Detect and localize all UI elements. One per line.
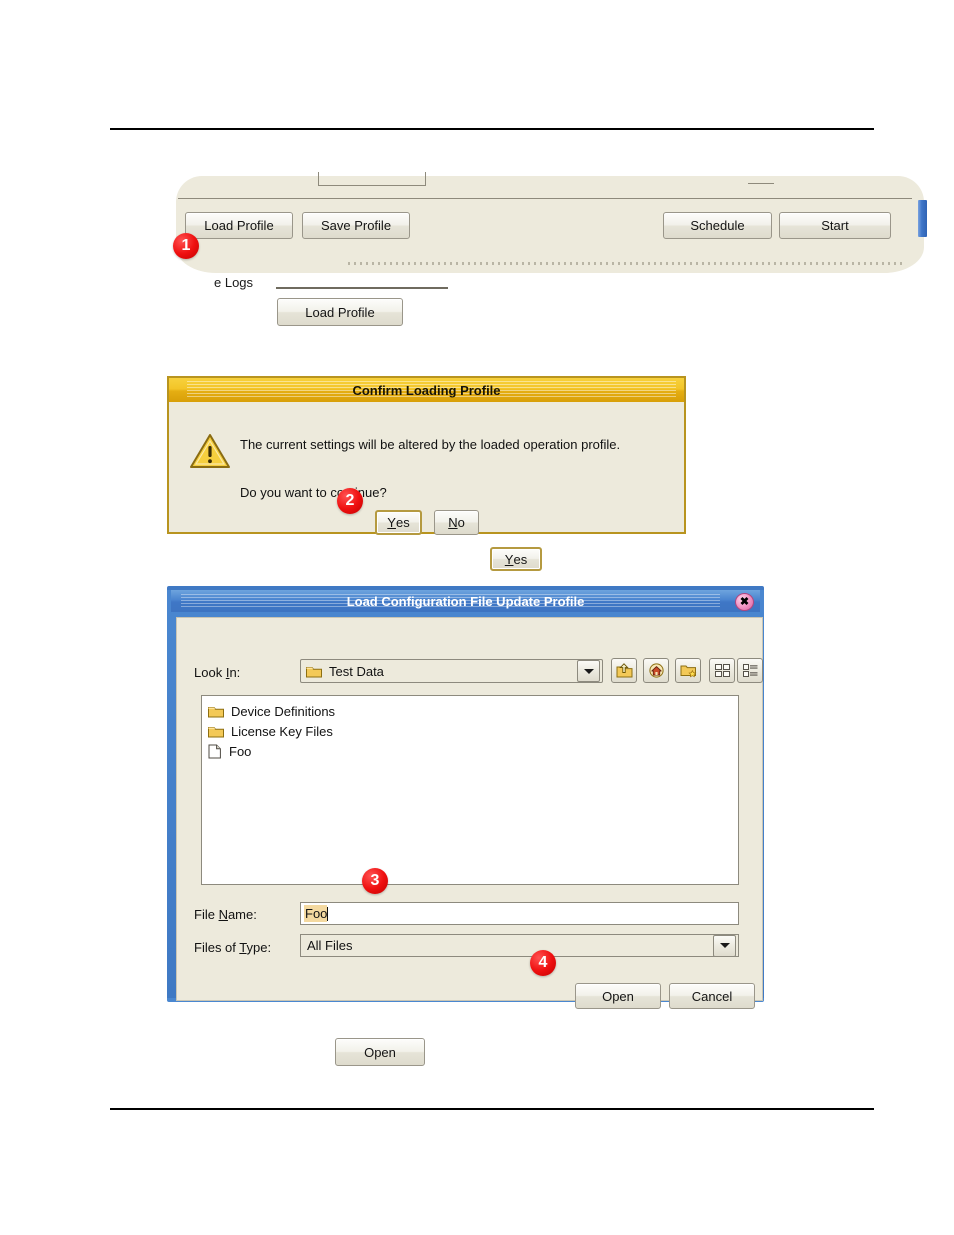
file-name-mnemonic: N (218, 907, 228, 922)
standalone-yes-mnemonic: Y (504, 551, 514, 567)
callout-badge-4: 4 (530, 950, 556, 976)
folder-icon (208, 726, 224, 737)
logs-group-label: e Logs (214, 275, 254, 290)
panel-divider (178, 198, 912, 199)
confirm-message-line-1: The current settings will be altered by … (240, 437, 621, 452)
look-in-dropdown-button[interactable] (577, 660, 600, 682)
file-dialog-open-button[interactable]: Open (575, 983, 661, 1009)
look-in-label: Look In: (194, 665, 240, 680)
chevron-down-icon (719, 943, 730, 948)
callout-badge-1: 1 (173, 233, 199, 259)
look-in-combobox[interactable]: Test Data (300, 659, 603, 683)
file-dialog-titlebar: Load Configuration File Update Profile ✖ (171, 590, 760, 612)
up-one-level-icon (616, 663, 632, 678)
yes-label-rest: es (395, 515, 410, 530)
confirm-dialog-title: Confirm Loading Profile (352, 382, 501, 398)
confirm-no-button[interactable]: No (434, 510, 479, 535)
files-of-type-label-post: ype: (246, 940, 272, 955)
panel-field-stub-left (318, 172, 426, 186)
files-of-type-dropdown-button[interactable] (713, 934, 736, 957)
home-button[interactable] (643, 658, 669, 683)
file-dialog-content: Look In: Test Data Device Definitions Li… (176, 617, 763, 1009)
file-name-label-post: ame: (227, 907, 257, 922)
confirm-yes-button[interactable]: Yes (375, 510, 422, 535)
file-name-value: Foo (304, 905, 328, 922)
chevron-down-icon (583, 668, 594, 674)
panel-dotted-separator (348, 262, 903, 265)
files-of-type-mnemonic: T (239, 940, 247, 955)
confirm-dialog-body: The current settings will be altered by … (169, 402, 684, 535)
details-view-icon (742, 664, 757, 677)
list-item-label: Foo (229, 743, 252, 759)
file-name-input[interactable]: Foo (300, 902, 739, 925)
up-one-level-button[interactable] (611, 658, 637, 683)
confirm-loading-profile-dialog: Confirm Loading Profile The current sett… (167, 376, 686, 535)
warning-triangle-icon (190, 434, 230, 468)
list-item[interactable]: Device Definitions (208, 701, 738, 721)
file-list[interactable]: Device Definitions License Key Files Foo (201, 695, 739, 885)
list-view-button[interactable] (709, 658, 735, 683)
look-in-label-pre: Look (194, 665, 226, 680)
list-item[interactable]: Foo (208, 741, 738, 761)
callout-open-button[interactable]: Open (335, 1038, 425, 1066)
yes-mnemonic: Y (387, 515, 396, 530)
load-configuration-file-update-profile-dialog: Load Configuration File Update Profile ✖… (167, 586, 764, 1009)
panel-start-button[interactable]: Start (779, 212, 891, 239)
no-mnemonic: N (448, 515, 458, 530)
files-of-type-label: Files of Type: (194, 940, 271, 955)
list-item[interactable]: License Key Files (208, 721, 738, 741)
logs-group-border (276, 287, 448, 289)
standalone-yes-rest: es (513, 551, 528, 567)
file-dialog-title: Load Configuration File Update Profile (346, 593, 585, 609)
footer-rule (110, 1108, 874, 1110)
folder-icon (306, 666, 322, 677)
list-item-label: Device Definitions (231, 703, 336, 719)
create-new-folder-icon (680, 665, 696, 678)
callout-yes-button[interactable]: Yes (490, 547, 542, 571)
files-of-type-combobox[interactable]: All Files (300, 934, 739, 957)
callout-badge-2: 2 (337, 488, 363, 514)
look-in-label-post: n: (229, 665, 241, 680)
list-view-icon (714, 664, 730, 677)
vertical-scrollbar-thumb[interactable] (918, 200, 927, 237)
file-name-label-pre: File (194, 907, 219, 922)
look-in-value: Test Data (329, 663, 384, 679)
folder-icon (208, 706, 224, 717)
panel-save-profile-button[interactable]: Save Profile (302, 212, 410, 239)
create-new-folder-button[interactable] (675, 658, 701, 683)
header-rule (110, 128, 874, 130)
files-of-type-value: All Files (307, 938, 353, 953)
callout-badge-3: 3 (362, 868, 388, 894)
home-icon (648, 663, 664, 678)
file-icon (208, 744, 221, 758)
files-of-type-label-pre: Files of (194, 940, 240, 955)
close-icon[interactable]: ✖ (735, 593, 754, 611)
file-name-label: File Name: (194, 907, 257, 922)
panel-field-stub-right (748, 172, 774, 184)
text-caret (327, 906, 329, 921)
details-view-button[interactable] (737, 658, 763, 683)
no-label-rest: o (457, 515, 465, 530)
confirm-dialog-titlebar: Confirm Loading Profile (169, 378, 684, 402)
file-dialog-cancel-button[interactable]: Cancel (669, 983, 755, 1009)
panel-load-profile-button[interactable]: Load Profile (185, 212, 293, 239)
panel-schedule-button[interactable]: Schedule (663, 212, 772, 239)
callout-load-profile-button[interactable]: Load Profile (277, 298, 403, 326)
confirm-message-line-2: Do you want to continue? (240, 485, 387, 500)
list-item-label: License Key Files (231, 723, 333, 739)
